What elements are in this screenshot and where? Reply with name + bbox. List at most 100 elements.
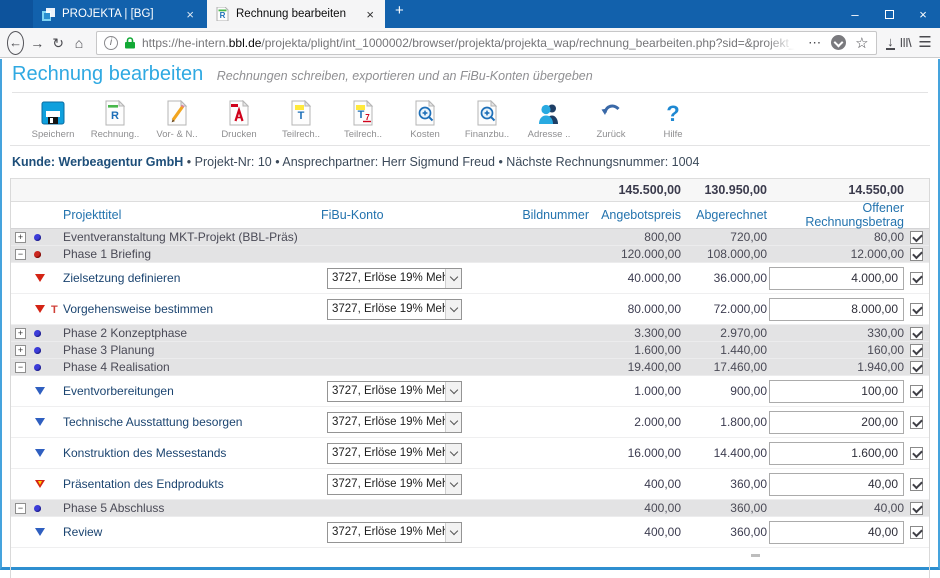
resize-grip[interactable]	[751, 554, 760, 557]
teilrechnung-7-button[interactable]: T7 Teilrech..	[332, 100, 394, 140]
task-title-link[interactable]: Konstruktion des Messestands	[63, 446, 321, 460]
zurueck-button[interactable]: Zurück	[580, 100, 642, 140]
row-checkbox[interactable]	[910, 231, 923, 245]
collapse-icon[interactable]	[15, 361, 26, 373]
expand-icon[interactable]	[15, 327, 26, 339]
blue-dot-icon	[34, 233, 41, 241]
fibu-konto-select[interactable]: 3727, Erlöse 19% Mehrwerts	[327, 411, 462, 433]
chevron-down-icon	[445, 522, 461, 542]
task-title-link[interactable]: Review	[63, 525, 321, 539]
forward-button[interactable]: →	[29, 36, 45, 50]
task-title-link[interactable]: Zielsetzung definieren	[63, 271, 321, 285]
row-checkbox[interactable]	[910, 272, 923, 286]
blue-triangle-icon	[35, 528, 45, 536]
kosten-button[interactable]: Kosten	[394, 100, 456, 140]
maximize-button[interactable]	[872, 0, 906, 28]
reload-button[interactable]: ↻	[50, 36, 66, 50]
offener-betrag-input[interactable]	[769, 472, 904, 496]
fibu-konto-select[interactable]: 3727, Erlöse 19% Mehrwerts	[327, 267, 462, 289]
projekta-logo-icon	[42, 7, 55, 21]
row-checkbox[interactable]	[910, 385, 923, 399]
offener-betrag-input[interactable]	[769, 297, 904, 321]
fibu-konto-select[interactable]: 3727, Erlöse 19% Mehrwerts	[327, 473, 462, 495]
fibu-konto-select[interactable]: 3727, Erlöse 19% Mehrwerts	[327, 380, 462, 402]
blue-triangle-icon	[35, 387, 45, 395]
speichern-button[interactable]: Speichern	[22, 100, 84, 140]
table-header-row: Projekttitel FiBu-Konto Bildnummer Angeb…	[11, 201, 929, 229]
row-checkbox[interactable]	[910, 526, 923, 540]
offener-betrag-input[interactable]	[769, 441, 904, 465]
task-title-link[interactable]: Eventvorbereitungen	[63, 384, 321, 398]
new-tab-button[interactable]: +	[385, 0, 416, 28]
button-label: Adresse ..	[527, 129, 571, 140]
collapse-icon[interactable]	[15, 502, 26, 514]
svg-text:?: ?	[666, 101, 679, 126]
close-icon[interactable]: ×	[364, 7, 376, 22]
vor-nachtexte-button[interactable]: Vor- & N..	[146, 100, 208, 140]
customer-name: Kunde: Werbeagentur GmbH	[12, 155, 184, 169]
rechnung-button[interactable]: R Rechnung..	[84, 100, 146, 140]
page-actions-icon[interactable]: ⋯	[808, 35, 822, 51]
fibu-konto-select[interactable]: 3727, Erlöse 19% Mehrwerts	[327, 298, 462, 320]
expand-icon[interactable]	[15, 231, 26, 243]
abgerechnet-value: 72.000,00	[713, 302, 767, 316]
offener-betrag-input[interactable]	[769, 410, 904, 434]
abgerechnet-value: 360,00	[730, 501, 767, 515]
url-bar[interactable]: i https://he-intern.bbl.de/projekta/plig…	[96, 30, 877, 55]
fibu-konto-select[interactable]: 3727, Erlöse 19% Mehrwerts	[327, 442, 462, 464]
hilfe-button[interactable]: ? Hilfe	[642, 100, 704, 140]
menu-icon[interactable]: ☰	[917, 35, 933, 50]
task-title-link[interactable]: Technische Ausstattung besorgen	[63, 415, 321, 429]
button-label: Teilrech..	[281, 129, 320, 140]
library-icon[interactable]	[900, 35, 912, 50]
adresse-button[interactable]: Adresse ..	[518, 100, 580, 140]
col-projekttitel: Projekttitel	[63, 208, 122, 222]
offener-betrag-input[interactable]	[769, 379, 904, 403]
angebotspreis-value: 400,00	[644, 477, 681, 491]
offener-betrag-input[interactable]	[769, 266, 904, 290]
close-icon[interactable]: ×	[184, 7, 196, 22]
row-checkbox[interactable]	[910, 447, 923, 461]
row-checkbox[interactable]	[910, 344, 923, 358]
offener-betrag-input[interactable]	[769, 520, 904, 544]
blue-dot-icon	[34, 329, 41, 337]
task-title-link[interactable]: Vorgehensweise bestimmen	[63, 302, 321, 316]
tab-projekta[interactable]: PROJEKTA | [BG] ×	[33, 0, 205, 28]
close-button[interactable]: ×	[906, 0, 940, 28]
row-checkbox[interactable]	[910, 303, 923, 317]
pocket-icon[interactable]	[831, 35, 847, 50]
bookmark-star-icon[interactable]: ☆	[855, 34, 868, 52]
abgerechnet-value: 14.400,00	[713, 446, 767, 460]
row-checkbox[interactable]	[910, 248, 923, 262]
downloads-button[interactable]: ↓	[885, 35, 896, 50]
row-checkbox[interactable]	[910, 361, 923, 375]
drucken-button[interactable]: Drucken	[208, 100, 270, 140]
chevron-down-icon	[445, 443, 461, 463]
page-subtitle: Rechnungen schreiben, exportieren und an…	[216, 69, 593, 83]
row-checkbox[interactable]	[910, 327, 923, 341]
home-button[interactable]: ⌂	[71, 36, 87, 50]
row-checkbox[interactable]	[910, 478, 923, 492]
table-row: Vorgehensweise bestimmen 3727, Erlöse 19…	[11, 294, 929, 325]
address-contacts-icon	[539, 104, 558, 124]
svg-text:7: 7	[365, 113, 370, 122]
fibu-konto-select[interactable]: 3727, Erlöse 19% Mehrwerts	[327, 521, 462, 543]
task-title-link[interactable]: Präsentation des Endprodukts	[63, 477, 321, 491]
collapse-icon[interactable]	[15, 248, 26, 260]
url-text: https://he-intern.bbl.de/projekta/plight…	[142, 35, 803, 50]
row-checkbox[interactable]	[910, 502, 923, 516]
row-checkbox[interactable]	[910, 416, 923, 430]
back-button[interactable]: ←	[7, 30, 25, 55]
site-info-icon[interactable]: i	[104, 35, 118, 50]
expand-icon[interactable]	[15, 344, 26, 356]
teilrechnung-button[interactable]: T Teilrech..	[270, 100, 332, 140]
tab-rechnung-bearbeiten[interactable]: R Rechnung bearbeiten ×	[207, 0, 385, 28]
offener-betrag-value: 160,00	[867, 343, 904, 357]
minimize-button[interactable]: –	[838, 0, 872, 28]
titlebar: PROJEKTA | [BG] × R Rechnung bearbeiten …	[0, 0, 940, 28]
svg-text:T: T	[358, 109, 365, 121]
page-header: Rechnung bearbeiten Rechnungen schreiben…	[10, 59, 930, 93]
abgerechnet-value: 36.000,00	[713, 271, 767, 285]
finanzbuchhaltung-button[interactable]: Finanzbu..	[456, 100, 518, 140]
invoice-document-icon: R	[216, 7, 229, 21]
